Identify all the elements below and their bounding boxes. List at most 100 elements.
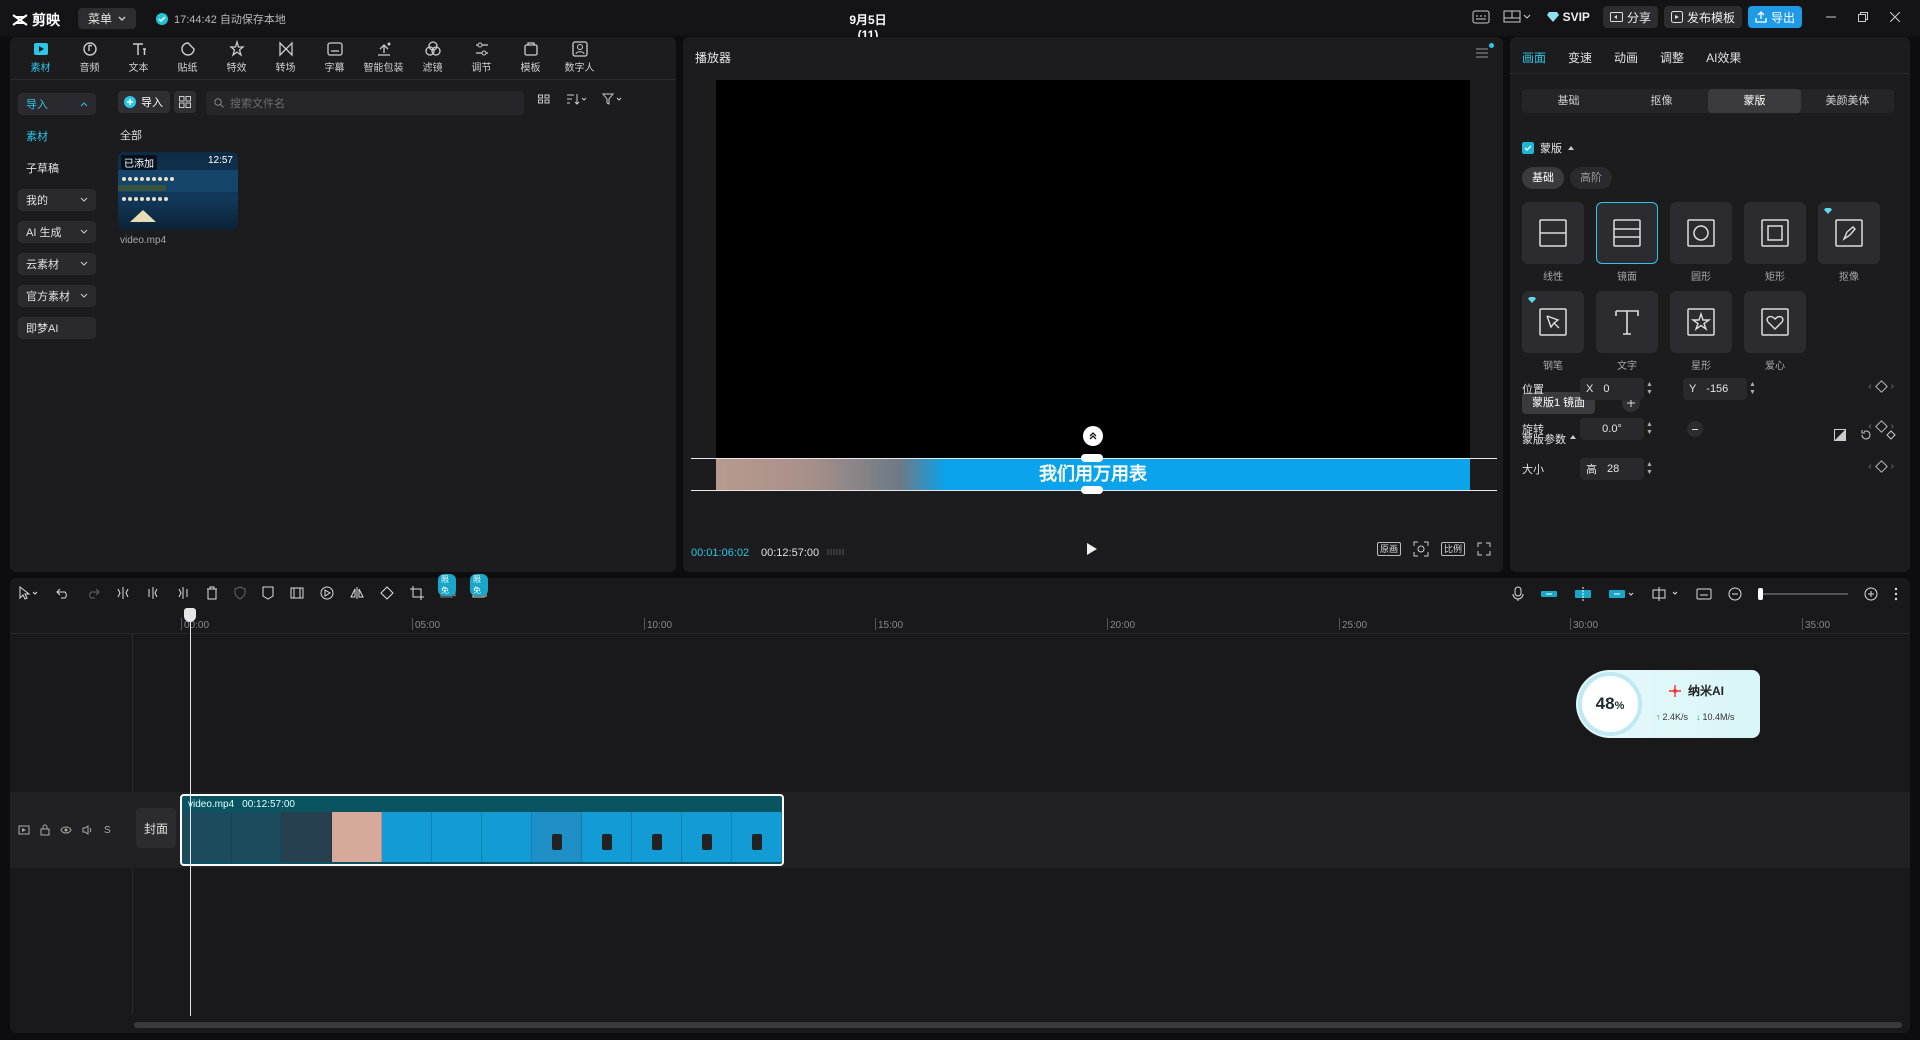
more-icon[interactable]	[1894, 587, 1898, 601]
tool-caption[interactable]: 字幕	[310, 37, 359, 77]
filter-funnel-icon[interactable]	[602, 93, 624, 105]
menu-button[interactable]: 菜单	[78, 8, 136, 29]
split-left-icon[interactable]	[146, 586, 160, 600]
mask-shape-mirror[interactable]: 镜面	[1596, 202, 1658, 283]
close-icon[interactable]	[1882, 6, 1908, 28]
position-x-field[interactable]: X0	[1580, 378, 1644, 400]
select-cursor-icon[interactable]	[18, 586, 40, 600]
position-keyframe[interactable]: ‹ ›	[1868, 380, 1894, 393]
playhead-handle[interactable]	[184, 608, 196, 622]
x-stepper[interactable]: ▲ ▼	[1646, 381, 1653, 397]
zoom-in-icon[interactable]	[1864, 587, 1878, 601]
tab-speed[interactable]: 变速	[1568, 49, 1592, 66]
sidebar-item-subdraft[interactable]: 子草稿	[18, 157, 96, 179]
tab-ai-effects[interactable]: AI效果	[1706, 49, 1741, 66]
tool-sticker[interactable]: 贴纸	[163, 37, 212, 77]
rotate-handle[interactable]	[1083, 426, 1103, 446]
tool-filter[interactable]: 滤镜	[408, 37, 457, 77]
zoom-slider-knob[interactable]	[1758, 588, 1763, 600]
fullscreen-icon[interactable]	[1477, 542, 1491, 556]
layout-icon[interactable]	[1500, 6, 1534, 28]
freeze-frame-icon[interactable]	[290, 586, 304, 600]
minimize-icon[interactable]	[1818, 6, 1844, 28]
preview-axis-icon[interactable]	[1652, 587, 1680, 601]
mask-shape-circle[interactable]: 圆形	[1670, 202, 1732, 283]
zoom-fit-icon[interactable]	[1413, 541, 1429, 557]
eye-icon[interactable]	[60, 825, 72, 835]
sidebar-item-import[interactable]: 导入	[18, 93, 96, 115]
grid-view-button[interactable]	[174, 91, 196, 113]
subtab-basic[interactable]: 基础	[1522, 89, 1615, 113]
cover-button[interactable]: 封面	[136, 808, 176, 848]
restore-icon[interactable]	[1850, 6, 1876, 28]
mask-shape-pen[interactable]: 钢笔	[1522, 291, 1584, 372]
mask-shape-cutout[interactable]: 抠像	[1818, 202, 1880, 283]
svip-button[interactable]: SVIP	[1540, 6, 1597, 28]
zoom-slider[interactable]	[1758, 588, 1848, 600]
free-feature-1[interactable]: 限免	[438, 574, 456, 600]
ratio-button[interactable]: 比例	[1440, 542, 1465, 556]
mask-shape-star[interactable]: 星形	[1670, 291, 1732, 372]
mask-section-header[interactable]: 蒙版	[1522, 140, 1574, 156]
mask-shape-rectangle[interactable]: 矩形	[1744, 202, 1806, 283]
media-item[interactable]: 已添加 12:57	[118, 152, 238, 230]
export-button[interactable]: 导出	[1747, 6, 1802, 28]
tool-media[interactable]: 素材	[16, 37, 65, 77]
rotate-keyframe[interactable]: ‹ ›	[1868, 420, 1894, 433]
subtab-cutout[interactable]: 抠像	[1615, 89, 1708, 113]
size-height-field[interactable]: 高 28	[1580, 458, 1644, 480]
subtab-beauty[interactable]: 美颜美体	[1801, 89, 1894, 113]
size-keyframe[interactable]: ‹ ›	[1868, 460, 1894, 473]
free-feature-2[interactable]: 限免	[470, 574, 488, 600]
volume-icon[interactable]	[82, 825, 94, 835]
tool-audio[interactable]: 音频	[65, 37, 114, 77]
time-ruler[interactable]: 00:00 05:00 10:00 15:00 20:00 25:00 30:0…	[10, 612, 1910, 634]
rotate-stepper[interactable]: ▲ ▼	[1646, 421, 1653, 437]
ai-floating-widget[interactable]: 48% 纳米AI ↑ 2.4K/s ↓ 10.4M/s	[1576, 670, 1760, 738]
mask-top-handle[interactable]	[1081, 454, 1103, 462]
waveform-icon[interactable]	[827, 546, 845, 558]
reverse-icon[interactable]	[320, 586, 334, 600]
rotate-field[interactable]: 0.0°	[1580, 418, 1644, 440]
split-icon[interactable]	[116, 586, 130, 600]
lock-icon[interactable]	[40, 824, 50, 836]
height-stepper[interactable]: ▲ ▼	[1646, 461, 1653, 477]
sidebar-item-jimeng-ai[interactable]: 即梦AI	[18, 317, 96, 339]
share-button[interactable]: 分享	[1602, 6, 1658, 28]
mask-shape-linear[interactable]: 线性	[1522, 202, 1584, 283]
mode-basic[interactable]: 基础	[1522, 167, 1564, 189]
sidebar-item-cloud[interactable]: 云素材	[18, 253, 96, 275]
main-track-magnet-icon[interactable]	[1540, 588, 1558, 600]
play-button[interactable]	[1086, 542, 1098, 556]
zoom-out-icon[interactable]	[1728, 587, 1742, 601]
solo-toggle[interactable]: S	[104, 825, 111, 836]
tool-digital-human[interactable]: 数字人	[555, 37, 604, 77]
microphone-icon[interactable]	[1512, 586, 1524, 602]
sidebar-item-official[interactable]: 官方素材	[18, 285, 96, 307]
rotate-dial[interactable]	[1686, 421, 1703, 437]
sidebar-item-media[interactable]: 素材	[18, 125, 96, 147]
mask-shape-text[interactable]: 文字	[1596, 291, 1658, 372]
crop-icon[interactable]	[410, 586, 424, 600]
redo-icon[interactable]	[86, 587, 100, 599]
playhead-line[interactable]	[190, 612, 191, 1016]
shortcut-icon[interactable]	[1468, 6, 1494, 28]
tab-adjust[interactable]: 调整	[1660, 49, 1684, 66]
mask-bottom-handle[interactable]	[1081, 486, 1103, 494]
auto-snap-icon[interactable]	[1574, 587, 1592, 601]
mask-checkbox[interactable]	[1522, 142, 1534, 154]
import-button[interactable]: 导入	[118, 91, 170, 113]
marker-icon[interactable]	[262, 586, 274, 600]
shield-icon[interactable]	[234, 586, 246, 600]
position-y-field[interactable]: Y -156	[1682, 378, 1747, 400]
track-visibility-icon[interactable]	[18, 824, 30, 836]
tool-transition[interactable]: 转场	[261, 37, 310, 77]
tool-smart-pack[interactable]: 智能包装	[359, 37, 408, 77]
tool-text[interactable]: 文本	[114, 37, 163, 77]
video-clip[interactable]: video.mp4 00:12:57:00	[180, 794, 784, 866]
rotate-clip-icon[interactable]	[380, 586, 394, 600]
subtab-mask[interactable]: 蒙版	[1708, 89, 1801, 113]
tool-template[interactable]: 模板	[506, 37, 555, 77]
mask-shape-heart[interactable]: 爱心	[1744, 291, 1806, 372]
timeline-scrollbar[interactable]	[134, 1022, 1902, 1028]
